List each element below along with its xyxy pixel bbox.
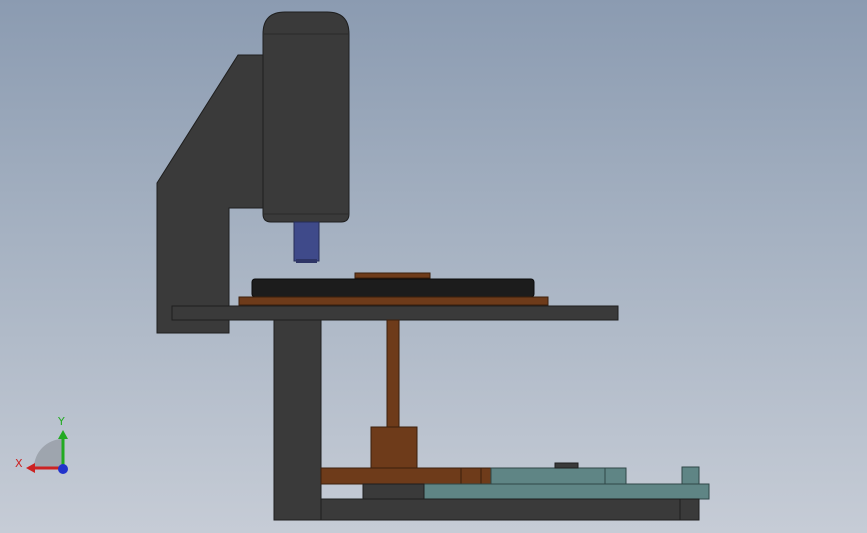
triad-x-arrow-icon bbox=[26, 463, 35, 473]
triad-y-arrow-icon bbox=[58, 430, 68, 439]
triad-quadrant-icon bbox=[34, 439, 63, 468]
cad-model-scene[interactable] bbox=[0, 0, 867, 533]
slider-knob[interactable] bbox=[554, 462, 579, 469]
stage-arm[interactable] bbox=[171, 305, 619, 321]
teal-end-post[interactable] bbox=[681, 466, 700, 485]
triad-origin-icon bbox=[58, 464, 68, 474]
graphics-viewport[interactable]: X Y bbox=[0, 0, 867, 533]
base-wood-rail[interactable] bbox=[320, 467, 494, 485]
objective-lens[interactable] bbox=[293, 221, 320, 262]
teal-slider[interactable] bbox=[490, 467, 627, 485]
base-dark-block[interactable] bbox=[362, 483, 425, 500]
support-pillar[interactable] bbox=[273, 319, 322, 521]
focus-drive-block[interactable] bbox=[370, 426, 418, 469]
objective-lens-tip bbox=[296, 259, 317, 263]
stage-black-plate[interactable] bbox=[251, 278, 535, 298]
base-plate[interactable] bbox=[320, 498, 700, 521]
triad-x-label: X bbox=[15, 457, 23, 470]
sample-holder[interactable] bbox=[354, 272, 431, 279]
stage-wood-plate[interactable] bbox=[238, 296, 549, 306]
base-teal-plate[interactable] bbox=[423, 483, 710, 500]
orientation-triad bbox=[26, 430, 68, 474]
focus-rod[interactable] bbox=[386, 319, 400, 428]
triad-y-label: Y bbox=[58, 415, 65, 428]
microscope-body[interactable] bbox=[262, 11, 350, 223]
